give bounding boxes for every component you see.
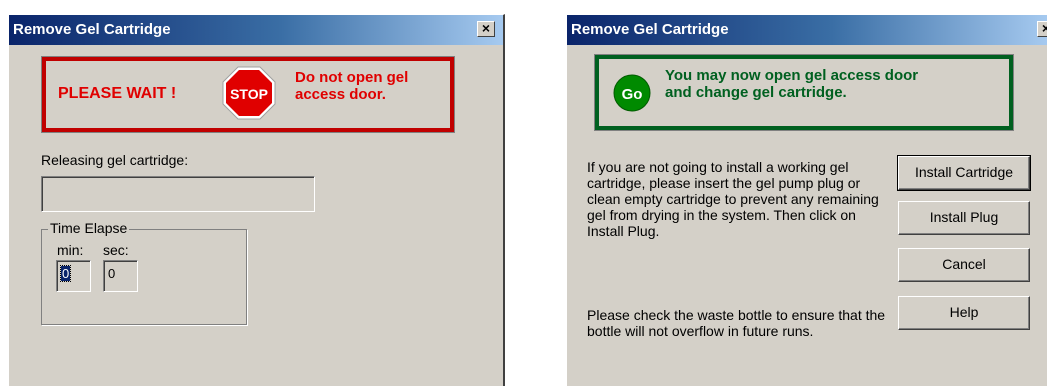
dialog-title: Remove Gel Cartridge xyxy=(571,21,729,38)
minutes-value: 0 xyxy=(59,265,72,282)
title-bar[interactable]: Remove Gel Cartridge × xyxy=(567,15,1047,45)
go-message-line1: You may now open gel access door xyxy=(665,67,919,84)
minutes-field[interactable]: 0 xyxy=(56,260,91,292)
title-bar[interactable]: Remove Gel Cartridge × xyxy=(9,15,503,45)
sec-label: sec: xyxy=(103,242,129,258)
seconds-field[interactable]: 0 xyxy=(103,260,138,292)
door-warning-line2: access door. xyxy=(295,86,386,103)
please-wait-text: PLEASE WAIT ! xyxy=(58,85,177,102)
install-instructions: If you are not going to install a workin… xyxy=(587,159,879,239)
release-progress-bar xyxy=(41,176,315,212)
go-message: You may now open gel access door and cha… xyxy=(665,67,1005,101)
go-message-panel: Go You may now open gel access door and … xyxy=(595,55,1013,130)
stop-sign-text: STOP xyxy=(230,86,268,102)
stop-sign-icon: STOP xyxy=(222,66,276,120)
close-icon[interactable]: × xyxy=(477,21,495,37)
go-icon-text: Go xyxy=(622,86,643,103)
wait-warning-panel: PLEASE WAIT ! STOP Do not open gel acces… xyxy=(42,57,454,132)
time-elapse-group: Time Elapse min: sec: 0 0 xyxy=(41,220,247,325)
dialog-title: Remove Gel Cartridge xyxy=(13,21,171,38)
door-warning-line1: Do not open gel xyxy=(295,69,409,86)
waste-bottle-note: Please check the waste bottle to ensure … xyxy=(587,307,886,339)
remove-gel-cartridge-go-dialog: Remove Gel Cartridge × Go You may now op… xyxy=(566,14,1047,386)
go-message-line2: and change gel cartridge. xyxy=(665,84,847,101)
progress-label: Releasing gel cartridge: xyxy=(41,152,189,168)
install-cartridge-button[interactable]: Install Cartridge xyxy=(897,155,1031,191)
door-warning: Do not open gel access door. xyxy=(295,69,455,103)
go-icon: Go xyxy=(613,74,651,112)
cancel-button[interactable]: Cancel xyxy=(898,248,1030,282)
seconds-value: 0 xyxy=(108,266,116,281)
install-plug-button[interactable]: Install Plug xyxy=(898,201,1030,235)
time-elapse-label: Time Elapse xyxy=(48,220,130,236)
help-button[interactable]: Help xyxy=(898,296,1030,330)
min-label: min: xyxy=(57,242,84,258)
close-icon[interactable]: × xyxy=(1037,21,1047,37)
remove-gel-cartridge-wait-dialog: Remove Gel Cartridge × PLEASE WAIT ! STO… xyxy=(8,14,505,386)
